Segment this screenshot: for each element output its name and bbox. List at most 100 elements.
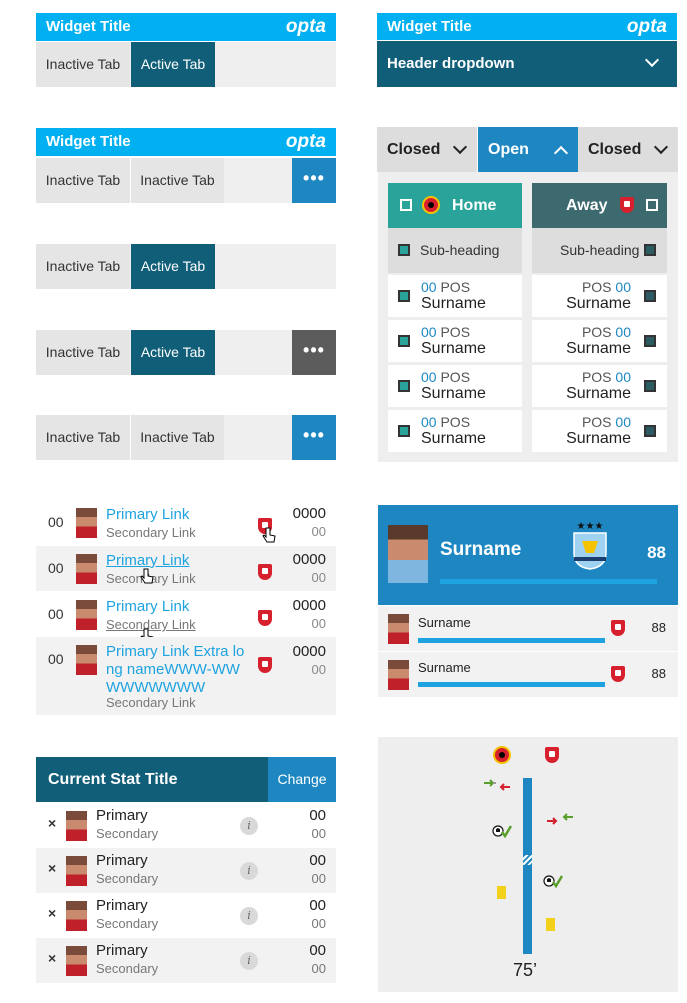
tab-row: Inactive Tab Active Tab (36, 244, 336, 289)
home-label: Home (452, 197, 497, 214)
player-photo (66, 856, 87, 886)
lineup-player-row[interactable]: 00 POS Surname (388, 275, 522, 317)
tab-inactive[interactable]: Inactive Tab (36, 330, 130, 375)
tab-row: Inactive Tab Inactive Tab ••• (36, 415, 336, 460)
player-row[interactable]: Surname 88 (378, 606, 678, 651)
player-checkbox[interactable] (398, 380, 410, 392)
tab-inactive[interactable]: Inactive Tab (36, 244, 130, 289)
player-row[interactable]: Surname 88 (378, 652, 678, 697)
remove-icon[interactable]: × (48, 860, 56, 876)
stat-value: 00 (309, 942, 326, 959)
opta-logo: opta (285, 16, 326, 37)
more-tabs-button[interactable]: ••• (292, 415, 336, 460)
primary-label: Primary (96, 852, 148, 869)
remove-icon[interactable]: × (48, 905, 56, 921)
player-photo (66, 946, 87, 976)
lineup-player-row[interactable]: 00 POS Surname (388, 365, 522, 407)
player-photo (76, 600, 97, 630)
lineup-player-row[interactable]: 00 POS Surname (388, 320, 522, 362)
stat-value: 0000 (292, 551, 326, 568)
list-item: 00 Primary Link Secondary Link 0000 00 (36, 592, 336, 644)
secondary-label: Secondary (96, 826, 159, 841)
opta-logo: opta (626, 16, 667, 37)
dropdown-tab-closed[interactable]: Closed (377, 127, 477, 172)
widget-title: Widget Title (46, 18, 131, 35)
player-surname: Surname (421, 295, 486, 312)
primary-label: Primary (96, 807, 148, 824)
primary-link[interactable]: Primary Link Extra long nameWWW-WWWWWWWW… (106, 643, 246, 697)
tab-active[interactable]: Active Tab (131, 42, 215, 87)
table-row: × Primary Secondary i 00 00 (36, 893, 336, 938)
substitution-icon (484, 779, 510, 791)
player-checkbox[interactable] (398, 290, 410, 302)
header-dropdown[interactable]: Header dropdown (377, 41, 677, 87)
player-photo (76, 645, 97, 675)
more-tabs-button[interactable]: ••• (292, 330, 336, 375)
lineup-player-row[interactable]: POS 00 Surname (532, 320, 667, 362)
tab-active[interactable]: Active Tab (131, 244, 215, 289)
widget-title: Widget Title (387, 18, 472, 35)
primary-link[interactable]: Primary Link (106, 506, 189, 523)
dropdown-tab-open[interactable]: Open (478, 127, 578, 172)
tab-row: Inactive Tab Active Tab ••• (36, 330, 336, 375)
secondary-link[interactable]: Secondary Link (106, 525, 196, 540)
dropdown-tab-label: Closed (387, 141, 441, 158)
tab-inactive[interactable]: Inactive Tab (36, 158, 131, 203)
chevron-down-icon (653, 139, 669, 155)
player-checkbox[interactable] (644, 290, 656, 302)
info-icon[interactable]: i (240, 862, 258, 880)
player-photo (388, 614, 409, 644)
stat-sub-value: 00 (311, 570, 326, 585)
lineup-player-row[interactable]: POS 00 Surname (532, 275, 667, 317)
stat-sub-value: 00 (311, 916, 326, 931)
position-label: POS 00 (581, 279, 631, 295)
chevron-down-icon (452, 139, 468, 155)
more-tabs-button[interactable]: ••• (292, 158, 336, 203)
subheading-checkbox[interactable] (398, 244, 410, 256)
player-checkbox[interactable] (644, 335, 656, 347)
remove-icon[interactable]: × (48, 950, 56, 966)
away-select-checkbox[interactable] (646, 199, 658, 211)
subheading-checkbox[interactable] (644, 244, 656, 256)
info-icon[interactable]: i (240, 817, 258, 835)
player-checkbox[interactable] (644, 425, 656, 437)
away-crest-icon (620, 197, 634, 213)
tab-inactive[interactable]: Inactive Tab (36, 415, 131, 460)
lineup-player-row[interactable]: POS 00 Surname (532, 410, 667, 452)
arsenal-crest-icon (611, 620, 625, 636)
remove-icon[interactable]: × (48, 815, 56, 831)
lineup-player-row[interactable]: POS 00 Surname (532, 365, 667, 407)
dropdown-tab-label: Closed (588, 141, 642, 158)
secondary-label: Secondary (96, 871, 159, 886)
position-label: POS 00 (581, 324, 631, 340)
featured-player-card[interactable]: Surname ★★★ 88 (378, 505, 678, 605)
lineup-home-subheading: Sub-heading (388, 228, 522, 273)
lineup-away-header: Away (532, 183, 667, 228)
primary-link[interactable]: Primary Link (106, 598, 189, 615)
player-checkbox[interactable] (398, 335, 410, 347)
info-icon[interactable]: i (240, 907, 258, 925)
lineup-player-row[interactable]: 00 POS Surname (388, 410, 522, 452)
goal-icon (543, 875, 563, 889)
chevron-up-icon (553, 145, 569, 161)
primary-link[interactable]: Primary Link (106, 552, 189, 569)
tab-active[interactable]: Active Tab (131, 330, 215, 375)
table-row: × Primary Secondary i 00 00 (36, 803, 336, 848)
home-select-checkbox[interactable] (400, 199, 412, 211)
tab-inactive[interactable]: Inactive Tab (36, 42, 130, 87)
player-photo (66, 901, 87, 931)
info-icon[interactable]: i (240, 952, 258, 970)
opta-logo: opta (285, 131, 326, 152)
dropdown-tab-closed[interactable]: Closed (578, 127, 678, 172)
secondary-link[interactable]: Secondary Link (106, 695, 196, 710)
player-surname: Surname (566, 430, 631, 447)
tab-inactive[interactable]: Inactive Tab (131, 415, 224, 460)
player-checkbox[interactable] (644, 380, 656, 392)
secondary-label: Secondary (96, 916, 159, 931)
stat-sub-value: 00 (311, 616, 326, 631)
player-surname: Surname (421, 340, 486, 357)
player-checkbox[interactable] (398, 425, 410, 437)
change-button[interactable]: Change (268, 757, 336, 802)
tab-inactive[interactable]: Inactive Tab (131, 158, 224, 203)
player-value: 88 (651, 666, 666, 681)
